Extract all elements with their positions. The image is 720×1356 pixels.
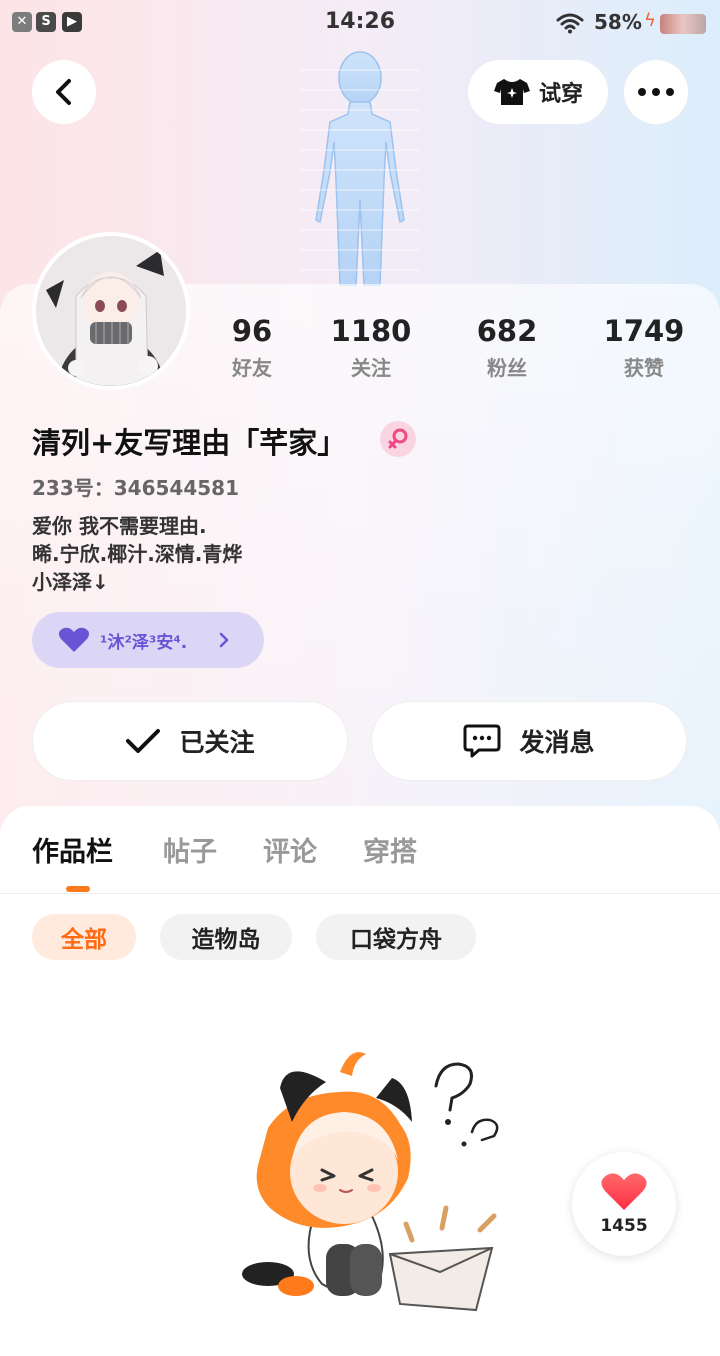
relationship-label: ¹沐²泽³安⁴. <box>100 632 188 653</box>
filter-chip-pocket-ark[interactable]: 口袋方舟 <box>316 914 476 960</box>
status-bar: ✕ S ▶ 14:26 58% ϟ <box>0 0 720 46</box>
bio-line: 爱你 我不需要理由. <box>32 514 207 538</box>
like-button[interactable]: 1455 <box>572 1152 676 1256</box>
hologram-avatar-figure <box>300 51 420 286</box>
relationship-pill[interactable]: ¹沐²泽³安⁴. <box>32 612 264 668</box>
chevron-right-icon <box>220 632 229 648</box>
stat-label: 关注 <box>351 356 391 380</box>
nickname: 清列+友写理由「芊家」 <box>32 426 347 460</box>
tab-posts[interactable]: 帖子 <box>163 830 217 869</box>
female-icon <box>388 428 408 449</box>
filter-chip-creation-island[interactable]: 造物岛 <box>160 914 292 960</box>
bio-line: 晞.宁欣.椰汁.深情.青烨 <box>32 542 243 566</box>
try-on-button[interactable]: 试穿 <box>468 60 608 124</box>
send-message-label: 发消息 <box>519 728 595 757</box>
tabs-divider <box>0 893 720 894</box>
stat-following[interactable]: 1180 关注 <box>311 314 431 381</box>
check-icon <box>126 729 161 753</box>
heart-icon <box>601 1173 647 1210</box>
more-button[interactable] <box>624 60 688 124</box>
empty-state-illustration <box>242 1052 499 1312</box>
battery-icon <box>660 14 706 34</box>
stat-label: 粉丝 <box>487 356 527 380</box>
tab-works[interactable]: 作品栏 <box>32 830 113 869</box>
tab-indicator <box>66 886 90 892</box>
bio-line: 小泽泽↓ <box>32 570 109 594</box>
user-id[interactable]: 233号：346544581 <box>32 472 239 501</box>
tab-comments[interactable]: 评论 <box>263 830 317 869</box>
stat-fans[interactable]: 682 粉丝 <box>447 314 567 381</box>
stat-label: 好友 <box>232 356 272 380</box>
heart-icon <box>58 627 90 652</box>
try-on-label: 试穿 <box>538 82 583 107</box>
back-button[interactable] <box>32 60 96 124</box>
tab-outfits[interactable]: 穿搭 <box>363 830 417 869</box>
filter-chip-all[interactable]: 全部 <box>32 914 136 960</box>
stat-value: 1749 <box>603 314 685 348</box>
chat-bubble-icon <box>463 724 501 758</box>
chevron-left-icon <box>56 79 71 105</box>
stat-value: 1180 <box>330 314 412 348</box>
battery-percent: 58% <box>594 10 642 34</box>
stat-friends[interactable]: 96 好友 <box>192 314 312 381</box>
tshirt-icon <box>493 79 530 105</box>
bio[interactable]: 爱你 我不需要理由. 晞.宁欣.椰汁.深情.青烨 小泽泽↓ <box>32 512 242 596</box>
stat-value: 96 <box>231 314 273 348</box>
anime-girl-avatar-image <box>36 236 186 386</box>
stat-value: 682 <box>476 314 538 348</box>
wifi-icon <box>556 13 584 34</box>
followed-label: 已关注 <box>179 728 255 757</box>
charging-icon: ϟ <box>644 10 656 31</box>
stat-label: 获赞 <box>624 356 664 380</box>
send-message-button[interactable]: 发消息 <box>371 701 687 781</box>
gender-badge <box>380 421 416 457</box>
followed-button[interactable]: 已关注 <box>32 701 348 781</box>
like-count: 1455 <box>600 1216 648 1236</box>
stat-likes[interactable]: 1749 获赞 <box>584 314 704 381</box>
avatar[interactable] <box>32 232 190 390</box>
more-dots-icon <box>638 88 674 96</box>
